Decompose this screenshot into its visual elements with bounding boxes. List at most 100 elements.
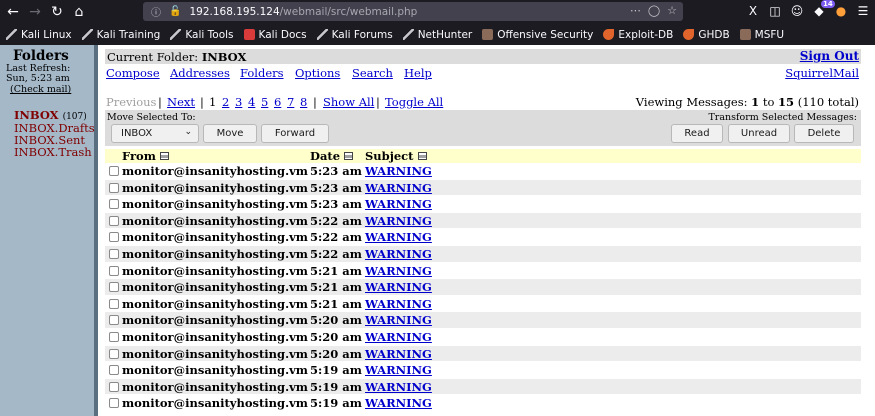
folder-name[interactable]: INBOX <box>14 108 59 122</box>
message-subject-link[interactable]: WARNING <box>365 197 432 211</box>
bookmark-kali-training[interactable]: Kali Training <box>81 29 160 41</box>
message-subject-link[interactable]: WARNING <box>365 297 432 311</box>
message-row[interactable]: monitor@insanityhosting.vm 5:23 am WARNING <box>105 179 861 197</box>
page-link[interactable]: 8 <box>300 95 307 109</box>
bookmark-kali-linux[interactable]: Kali Linux <box>6 29 72 41</box>
address-bar[interactable]: ⓘ 🔓 192.168.195.124/webmail/src/webmail.… <box>143 2 683 21</box>
delete-button[interactable]: Delete <box>794 124 854 143</box>
message-subject-link[interactable]: WARNING <box>365 380 432 394</box>
page-link[interactable]: 2 <box>222 95 229 109</box>
message-row[interactable]: monitor@insanityhosting.vm 5:19 am WARNING <box>105 395 861 412</box>
message-row[interactable]: monitor@insanityhosting.vm 5:21 am WARNING <box>105 295 861 313</box>
message-subject-link[interactable]: WARNING <box>365 264 432 278</box>
bookmark-ghdb[interactable]: GHDB <box>683 29 730 41</box>
mark-unread-button[interactable]: Unread <box>728 124 790 143</box>
bookmark-kali-tools[interactable]: Kali Tools <box>170 29 234 41</box>
message-subject-link[interactable]: WARNING <box>365 363 432 377</box>
menu-search[interactable]: Search <box>352 66 393 80</box>
page-link[interactable]: 3 <box>235 95 242 109</box>
check-mail-link[interactable]: (Check mail) <box>10 84 71 95</box>
bookmark-offensive-security[interactable]: Offensive Security <box>482 29 593 41</box>
message-row[interactable]: monitor@insanityhosting.vm 5:19 am WARNING <box>105 362 861 379</box>
info-icon[interactable]: ⓘ <box>151 4 163 19</box>
message-checkbox[interactable] <box>109 182 119 193</box>
menu-help[interactable]: Help <box>404 66 432 80</box>
folder-inbox[interactable]: INBOX (107) <box>14 108 87 122</box>
forward-button[interactable]: Forward <box>261 124 329 143</box>
menu-folders[interactable]: Folders <box>240 66 284 80</box>
message-checkbox[interactable] <box>109 298 119 309</box>
message-row[interactable]: monitor@insanityhosting.vm 5:20 am WARNING <box>105 345 861 363</box>
message-subject-link[interactable]: WARNING <box>365 230 432 244</box>
library-icon[interactable]: Ⅹ <box>745 2 761 20</box>
message-subject-link[interactable]: WARNING <box>365 164 432 178</box>
menu-hamburger-icon[interactable]: ☰ <box>855 2 871 20</box>
message-subject-link[interactable]: WARNING <box>365 330 432 344</box>
message-checkbox[interactable] <box>109 315 119 326</box>
sign-out-link[interactable]: Sign Out <box>800 49 859 63</box>
move-folder-select[interactable]: INBOX ⌄ <box>111 124 199 143</box>
page-actions-icon[interactable]: ⋯ <box>630 4 641 17</box>
message-row[interactable]: monitor@insanityhosting.vm 5:21 am WARNING <box>105 262 861 280</box>
message-subject-link[interactable]: WARNING <box>365 280 432 294</box>
message-checkbox[interactable] <box>109 232 119 243</box>
account-icon[interactable]: ☺ <box>789 2 805 20</box>
message-checkbox[interactable] <box>109 166 119 176</box>
message-row[interactable]: monitor@insanityhosting.vm 5:22 am WARNING <box>105 245 861 263</box>
message-checkbox[interactable] <box>109 282 119 293</box>
menu-compose[interactable]: Compose <box>106 66 160 80</box>
sort-icon[interactable] <box>417 152 427 160</box>
insecure-lock-icon[interactable]: 🔓 <box>169 6 181 17</box>
page-link[interactable]: 6 <box>274 95 281 109</box>
message-subject-link[interactable]: WARNING <box>365 181 432 195</box>
sort-icon[interactable] <box>159 152 169 160</box>
forward-arrow-icon[interactable]: → <box>24 1 46 23</box>
message-checkbox[interactable] <box>109 215 119 226</box>
message-checkbox[interactable] <box>109 331 119 342</box>
home-icon[interactable]: ⌂ <box>68 1 90 23</box>
message-checkbox[interactable] <box>109 248 119 259</box>
bookmark-star-icon[interactable]: ☆ <box>667 4 677 17</box>
bookmark-kali-docs[interactable]: Kali Docs <box>243 29 307 41</box>
reload-icon[interactable]: ↻ <box>46 1 68 23</box>
bookmark-kali-forums[interactable]: Kali Forums <box>316 29 393 41</box>
message-checkbox[interactable] <box>109 398 119 409</box>
message-subject-link[interactable]: WARNING <box>365 247 432 261</box>
toggle-all-link[interactable]: Toggle All <box>385 95 443 109</box>
back-arrow-icon[interactable]: ← <box>2 1 24 23</box>
folder-trash[interactable]: INBOX.Trash <box>14 145 92 159</box>
page-link[interactable]: 7 <box>287 95 294 109</box>
mark-read-button[interactable]: Read <box>671 124 723 143</box>
message-row[interactable]: monitor@insanityhosting.vm 5:23 am WARNING <box>105 163 861 180</box>
message-subject-link[interactable]: WARNING <box>365 396 432 410</box>
message-subject-link[interactable]: WARNING <box>365 313 432 327</box>
message-subject-link[interactable]: WARNING <box>365 347 432 361</box>
bookmark-nethunter[interactable]: NetHunter <box>402 29 472 41</box>
show-all-link[interactable]: Show All <box>323 95 374 109</box>
message-row[interactable]: monitor@insanityhosting.vm 5:22 am WARNING <box>105 212 861 230</box>
message-checkbox[interactable] <box>109 381 119 392</box>
message-row[interactable]: monitor@insanityhosting.vm 5:23 am WARNING <box>105 196 861 213</box>
message-checkbox[interactable] <box>109 348 119 359</box>
message-checkbox[interactable] <box>109 199 119 210</box>
message-row[interactable]: monitor@insanityhosting.vm 5:21 am WARNING <box>105 279 861 296</box>
page-link[interactable]: 5 <box>261 95 268 109</box>
menu-addresses[interactable]: Addresses <box>170 66 230 80</box>
bookmark-msfu[interactable]: MSFU <box>739 29 784 41</box>
squirrelmail-link[interactable]: SquirrelMail <box>785 66 859 80</box>
pocket-icon[interactable]: ◯ <box>648 4 660 17</box>
url-text[interactable]: 192.168.195.124/webmail/src/webmail.php <box>189 6 417 18</box>
message-checkbox[interactable] <box>109 365 119 376</box>
bookmark-exploit-db[interactable]: Exploit-DB <box>603 29 673 41</box>
message-row[interactable]: monitor@insanityhosting.vm 5:19 am WARNING <box>105 378 861 396</box>
menu-options[interactable]: Options <box>295 66 340 80</box>
message-subject-link[interactable]: WARNING <box>365 214 432 228</box>
sidebar-toggle-icon[interactable]: ◫ <box>767 2 783 20</box>
message-checkbox[interactable] <box>109 265 119 276</box>
extension-icon[interactable]: ◆ 14 <box>811 0 835 20</box>
move-button[interactable]: Move <box>203 124 257 143</box>
page-link[interactable]: 4 <box>248 95 255 109</box>
sort-icon[interactable] <box>344 152 354 160</box>
next-link[interactable]: Next <box>167 95 195 109</box>
firefox-icon[interactable]: ● <box>833 2 849 20</box>
